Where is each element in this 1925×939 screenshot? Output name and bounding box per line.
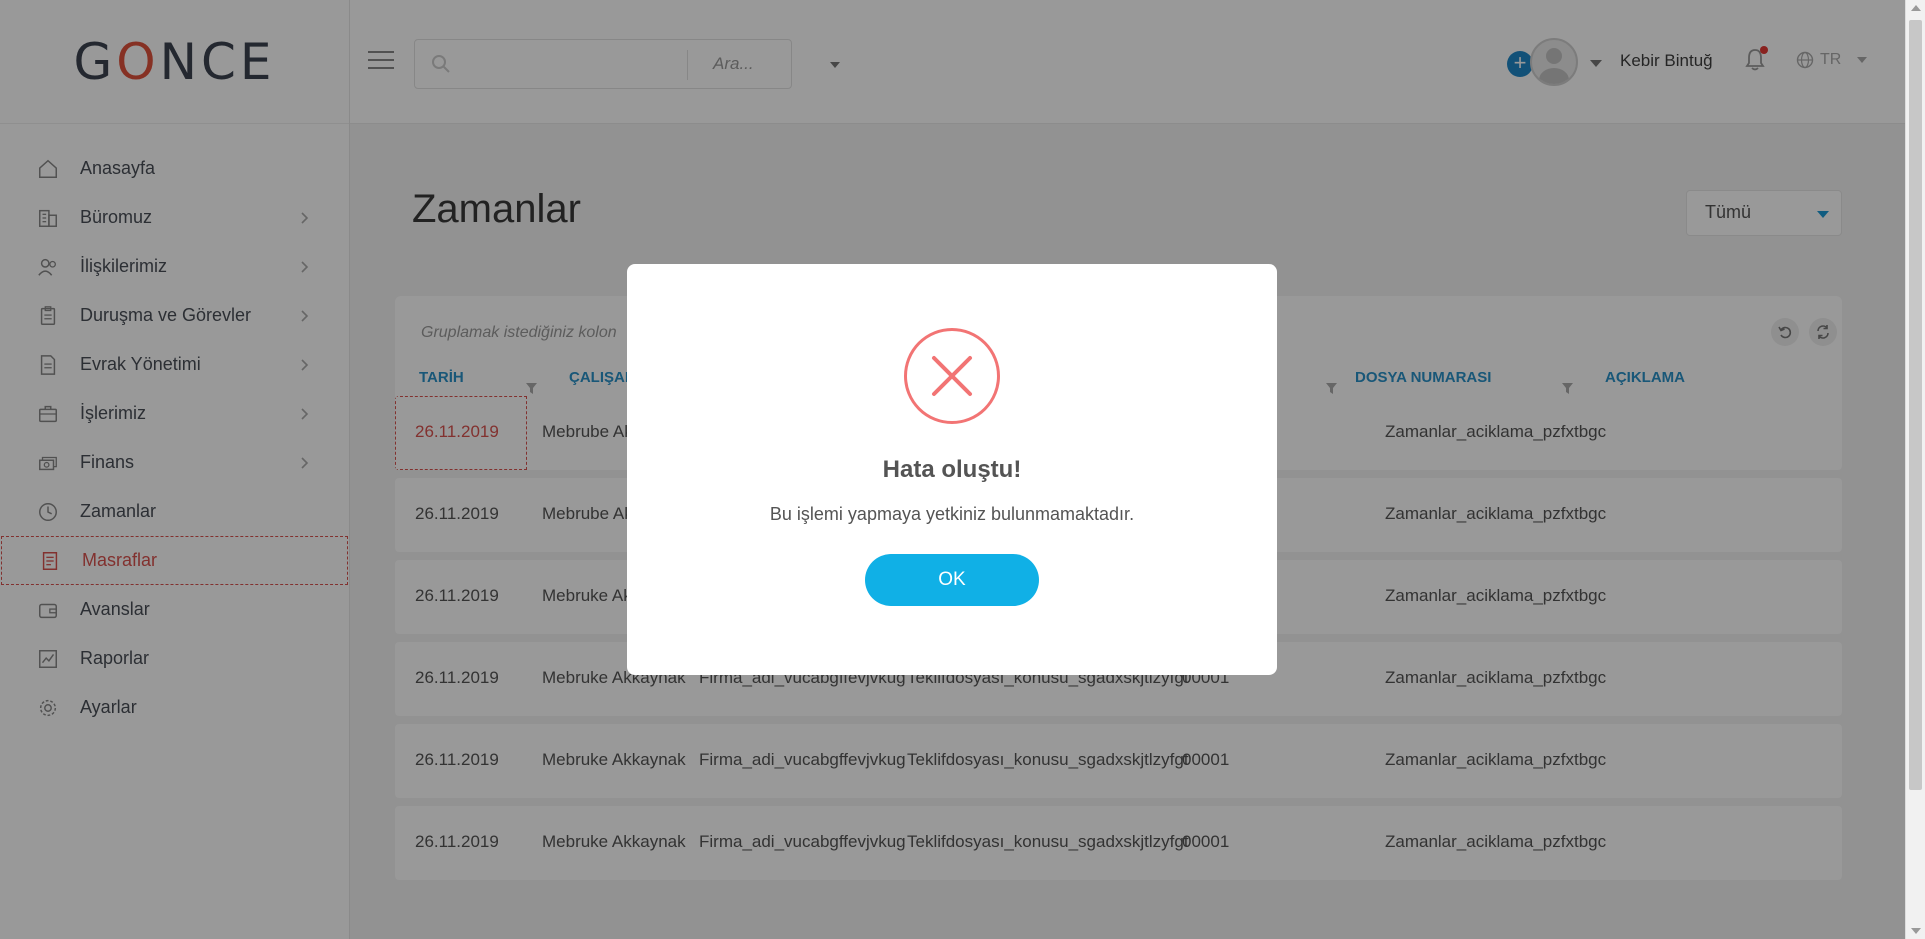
dialog-message: Bu işlemi yapmaya yetkiniz bulunmamaktad… [769, 504, 1135, 524]
scrollbar-thumb[interactable] [1909, 20, 1922, 790]
scroll-up-icon[interactable] [1911, 5, 1921, 11]
ok-button[interactable]: OK [865, 554, 1039, 606]
scroll-down-icon[interactable] [1911, 928, 1921, 934]
error-dialog: Hata oluştu! Bu işlemi yapmaya yetkiniz … [627, 264, 1277, 675]
dialog-title: Hata oluştu! [882, 456, 1022, 483]
error-x-icon [904, 328, 1000, 424]
page-scrollbar[interactable] [1905, 0, 1925, 939]
